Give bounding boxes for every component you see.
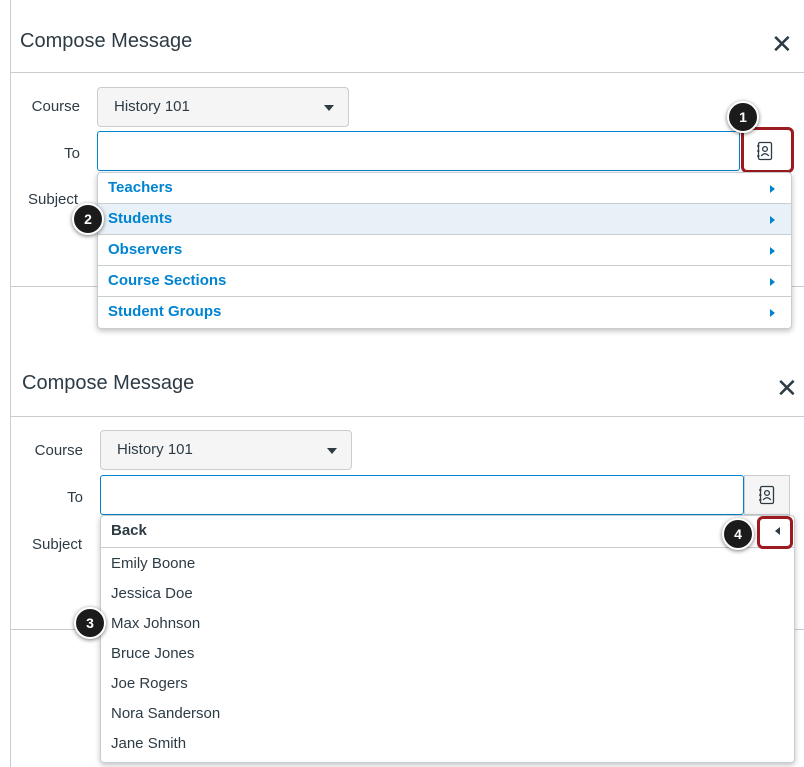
caret-right-icon <box>770 216 775 224</box>
student-list-item[interactable]: Emily Boone <box>101 549 794 579</box>
caret-down-icon <box>324 105 334 111</box>
page-title: Compose Message <box>22 372 195 394</box>
to-input[interactable] <box>97 131 740 171</box>
back-label: Back <box>111 522 147 539</box>
menu-item-label: Student Groups <box>108 303 222 320</box>
student-list-item[interactable]: Jessica Doe <box>101 579 794 609</box>
caret-down-icon <box>327 448 337 454</box>
step-badge-1: 1 <box>727 101 759 133</box>
course-select-value: History 101 <box>117 441 193 458</box>
panel-border <box>10 340 11 767</box>
title-divider <box>10 72 804 73</box>
student-list-item[interactable]: Jane Smith <box>101 729 794 759</box>
student-list-item[interactable]: Nora Sanderson <box>101 699 794 729</box>
course-select[interactable]: History 101 <box>97 87 349 127</box>
course-label: Course <box>31 98 80 115</box>
caret-right-icon <box>770 247 775 255</box>
back-arrow-highlight <box>757 516 793 549</box>
recipient-category-menu: Teachers Students Observers Course Secti… <box>97 172 792 329</box>
caret-right-icon <box>770 185 775 193</box>
to-label: To <box>64 145 80 162</box>
student-list-item[interactable]: Bruce Jones <box>101 639 794 669</box>
page-title: Compose Message <box>20 30 193 52</box>
menu-item-students[interactable]: Students <box>98 204 791 235</box>
menu-item-observers[interactable]: Observers <box>98 235 791 266</box>
course-label: Course <box>34 442 83 459</box>
course-select-value: History 101 <box>114 98 190 115</box>
menu-item-teachers[interactable]: Teachers <box>98 173 791 204</box>
menu-back-item[interactable]: Back <box>101 516 794 548</box>
student-list-item[interactable]: Joe Rogers <box>101 669 794 699</box>
title-divider <box>10 416 804 417</box>
compose-message-panel-bottom: Compose Message ✕ Course History 101 To … <box>0 340 804 767</box>
panel-border <box>10 0 11 340</box>
subject-label: Subject <box>32 536 83 553</box>
student-list-menu: Back Emily Boone Jessica Doe Max Johnson… <box>100 515 795 763</box>
caret-right-icon <box>770 309 775 317</box>
to-input[interactable] <box>100 475 744 515</box>
caret-right-icon <box>770 278 775 286</box>
step-badge-4: 4 <box>722 518 754 550</box>
address-book-highlight <box>741 127 794 173</box>
step-badge-3: 3 <box>74 607 106 639</box>
address-book-button[interactable] <box>744 475 790 515</box>
course-select[interactable]: History 101 <box>100 430 352 470</box>
menu-item-course-sections[interactable]: Course Sections <box>98 266 791 297</box>
compose-message-panel-top: Compose Message ✕ Course History 101 To … <box>0 0 804 340</box>
menu-item-label: Observers <box>108 241 183 258</box>
menu-item-label: Teachers <box>108 179 173 196</box>
menu-item-student-groups[interactable]: Student Groups <box>98 297 791 328</box>
student-list-item[interactable]: Max Johnson <box>101 609 794 639</box>
step-badge-2: 2 <box>72 203 104 235</box>
close-icon[interactable]: ✕ <box>776 375 798 401</box>
to-label: To <box>67 489 83 506</box>
menu-item-label: Course Sections <box>108 272 227 289</box>
address-book-icon <box>759 485 775 505</box>
close-icon[interactable]: ✕ <box>771 31 793 57</box>
menu-item-label: Students <box>108 210 173 227</box>
